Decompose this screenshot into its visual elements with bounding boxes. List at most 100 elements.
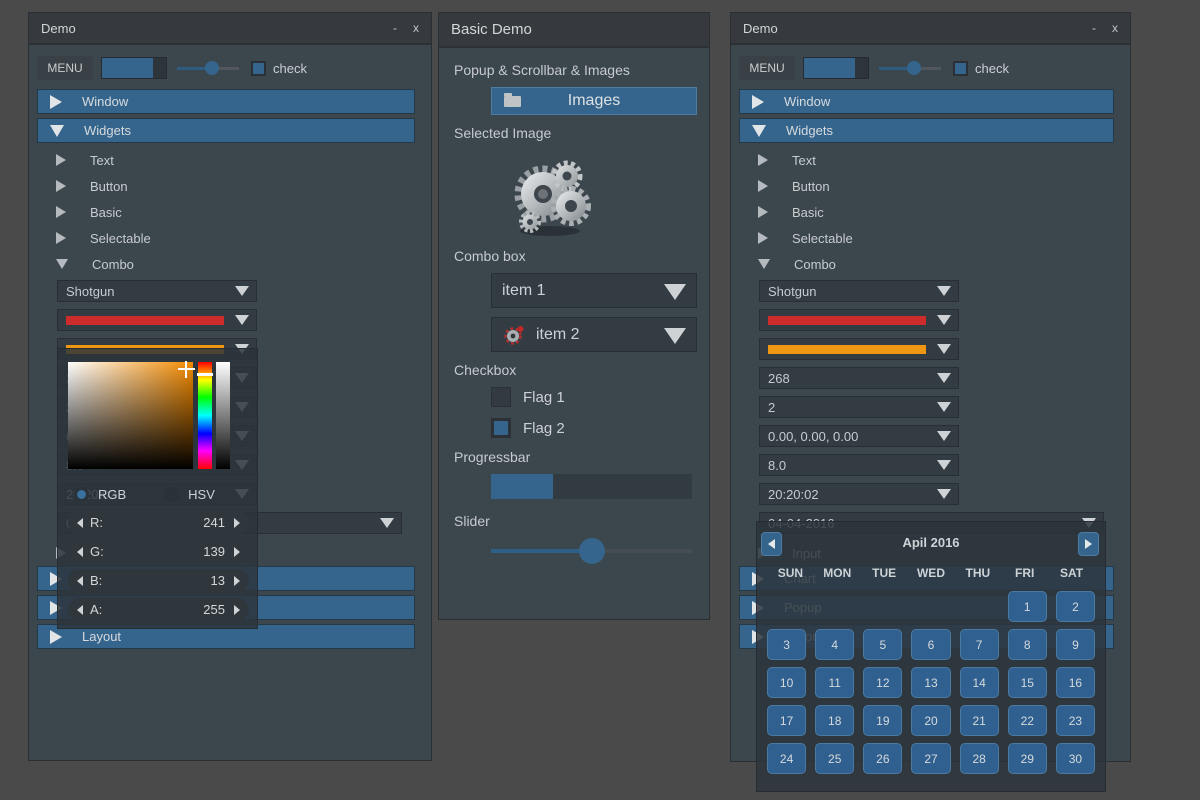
tree-item-combo[interactable]: Combo <box>56 251 431 277</box>
calendar-day[interactable]: 19 <box>863 705 902 736</box>
tree-item-button[interactable]: Button <box>56 173 431 199</box>
checkbox-check[interactable] <box>251 61 266 76</box>
calendar-day[interactable]: 21 <box>960 705 999 736</box>
hue-bar[interactable] <box>198 362 212 469</box>
calendar-day[interactable]: 28 <box>960 743 999 774</box>
decrement-icon[interactable] <box>77 547 83 557</box>
property-green[interactable]: G: 139 <box>68 540 249 563</box>
decrement-icon[interactable] <box>77 605 83 615</box>
calendar-day[interactable]: 23 <box>1056 705 1095 736</box>
calendar-day[interactable]: 14 <box>960 667 999 698</box>
calendar-day[interactable]: 10 <box>767 667 806 698</box>
calendar-day[interactable]: 7 <box>960 629 999 660</box>
calendar-day[interactable]: 20 <box>911 705 950 736</box>
calendar-day[interactable]: 4 <box>815 629 854 660</box>
value-combo[interactable]: 268 <box>759 367 959 389</box>
calendar-day[interactable]: 17 <box>767 705 806 736</box>
tree-tab-widgets[interactable]: Widgets <box>37 118 415 143</box>
tree-item-selectable[interactable]: Selectable <box>758 225 1130 251</box>
minimize-button[interactable]: - <box>393 21 397 35</box>
tree-item-basic[interactable]: Basic <box>56 199 431 225</box>
calendar-day[interactable]: 18 <box>815 705 854 736</box>
slider[interactable] <box>177 58 239 78</box>
titlebar[interactable]: Demo - x <box>731 13 1130 45</box>
menu-button[interactable]: MENU <box>37 56 93 80</box>
color-combo-red[interactable] <box>57 309 257 331</box>
tree-tab-widgets[interactable]: Widgets <box>739 118 1114 143</box>
increment-icon[interactable] <box>234 547 240 557</box>
slider[interactable] <box>879 58 941 78</box>
slider-knob[interactable] <box>907 61 921 75</box>
increment-icon[interactable] <box>234 518 240 528</box>
tree-item-text[interactable]: Text <box>758 147 1130 173</box>
saturation-value-picker[interactable] <box>68 362 193 469</box>
tree-item-basic[interactable]: Basic <box>758 199 1130 225</box>
calendar-day[interactable]: 6 <box>911 629 950 660</box>
close-button[interactable]: x <box>413 21 419 35</box>
tree-item-text[interactable]: Text <box>56 147 431 173</box>
checkbox-unchecked[interactable] <box>491 387 511 407</box>
images-button[interactable]: Images <box>491 87 697 115</box>
radio-rgb[interactable] <box>74 487 89 502</box>
calendar-day[interactable]: 16 <box>1056 667 1095 698</box>
alpha-bar[interactable] <box>216 362 230 469</box>
progress-bar[interactable] <box>101 57 167 79</box>
progress-bar[interactable] <box>803 57 869 79</box>
calendar-day[interactable]: 2 <box>1056 591 1095 622</box>
calendar-day[interactable]: 25 <box>815 743 854 774</box>
value-combo[interactable]: 2 <box>759 396 959 418</box>
property-red[interactable]: R: 241 <box>68 511 249 534</box>
checkbox-check[interactable] <box>953 61 968 76</box>
calendar-prev-button[interactable] <box>761 532 782 556</box>
titlebar[interactable]: Demo - x <box>29 13 431 45</box>
calendar-day[interactable]: 29 <box>1008 743 1047 774</box>
calendar-day[interactable]: 26 <box>863 743 902 774</box>
calendar-day[interactable]: 13 <box>911 667 950 698</box>
slider[interactable] <box>491 538 692 564</box>
property-blue[interactable]: B: 13 <box>68 569 249 592</box>
checkbox-flag1[interactable]: Flag 1 <box>491 387 695 407</box>
calendar-day[interactable]: 12 <box>863 667 902 698</box>
color-combo-red[interactable] <box>759 309 959 331</box>
weapon-combo[interactable]: Shotgun <box>759 280 959 302</box>
combo-item2[interactable]: item 2 <box>491 317 697 352</box>
tree-item-selectable[interactable]: Selectable <box>56 225 431 251</box>
calendar-day[interactable]: 3 <box>767 629 806 660</box>
value-combo[interactable]: 0.00, 0.00, 0.00 <box>759 425 959 447</box>
calendar-day[interactable]: 11 <box>815 667 854 698</box>
tree-tab-window[interactable]: Window <box>739 89 1114 114</box>
close-button[interactable]: x <box>1112 21 1118 35</box>
combo-item1[interactable]: item 1 <box>491 273 697 308</box>
titlebar[interactable]: Basic Demo <box>439 13 709 48</box>
calendar-day[interactable]: 30 <box>1056 743 1095 774</box>
calendar-day[interactable]: 22 <box>1008 705 1047 736</box>
decrement-icon[interactable] <box>77 518 83 528</box>
increment-icon[interactable] <box>234 576 240 586</box>
calendar-day[interactable]: 24 <box>767 743 806 774</box>
tree-item-combo[interactable]: Combo <box>758 251 1130 277</box>
menu-button[interactable]: MENU <box>739 56 795 80</box>
tree-tab-window[interactable]: Window <box>37 89 415 114</box>
progress-bar[interactable] <box>491 474 692 499</box>
radio-hsv[interactable] <box>164 487 179 502</box>
checkbox-checked[interactable] <box>491 418 511 438</box>
color-combo-orange[interactable] <box>759 338 959 360</box>
calendar-day[interactable]: 5 <box>863 629 902 660</box>
slider-knob[interactable] <box>579 538 605 564</box>
minimize-button[interactable]: - <box>1092 21 1096 35</box>
calendar-day[interactable]: 8 <box>1008 629 1047 660</box>
calendar-next-button[interactable] <box>1078 532 1099 556</box>
slider-knob[interactable] <box>205 61 219 75</box>
checkbox-flag2[interactable]: Flag 2 <box>491 418 695 438</box>
calendar-day[interactable]: 15 <box>1008 667 1047 698</box>
value-combo[interactable]: 20:20:02 <box>759 483 959 505</box>
decrement-icon[interactable] <box>77 576 83 586</box>
tree-item-button[interactable]: Button <box>758 173 1130 199</box>
property-alpha[interactable]: A: 255 <box>68 598 249 621</box>
calendar-day[interactable]: 27 <box>911 743 950 774</box>
value-combo[interactable]: 8.0 <box>759 454 959 476</box>
increment-icon[interactable] <box>234 605 240 615</box>
calendar-day[interactable]: 1 <box>1008 591 1047 622</box>
weapon-combo[interactable]: Shotgun <box>57 280 257 302</box>
calendar-day[interactable]: 9 <box>1056 629 1095 660</box>
